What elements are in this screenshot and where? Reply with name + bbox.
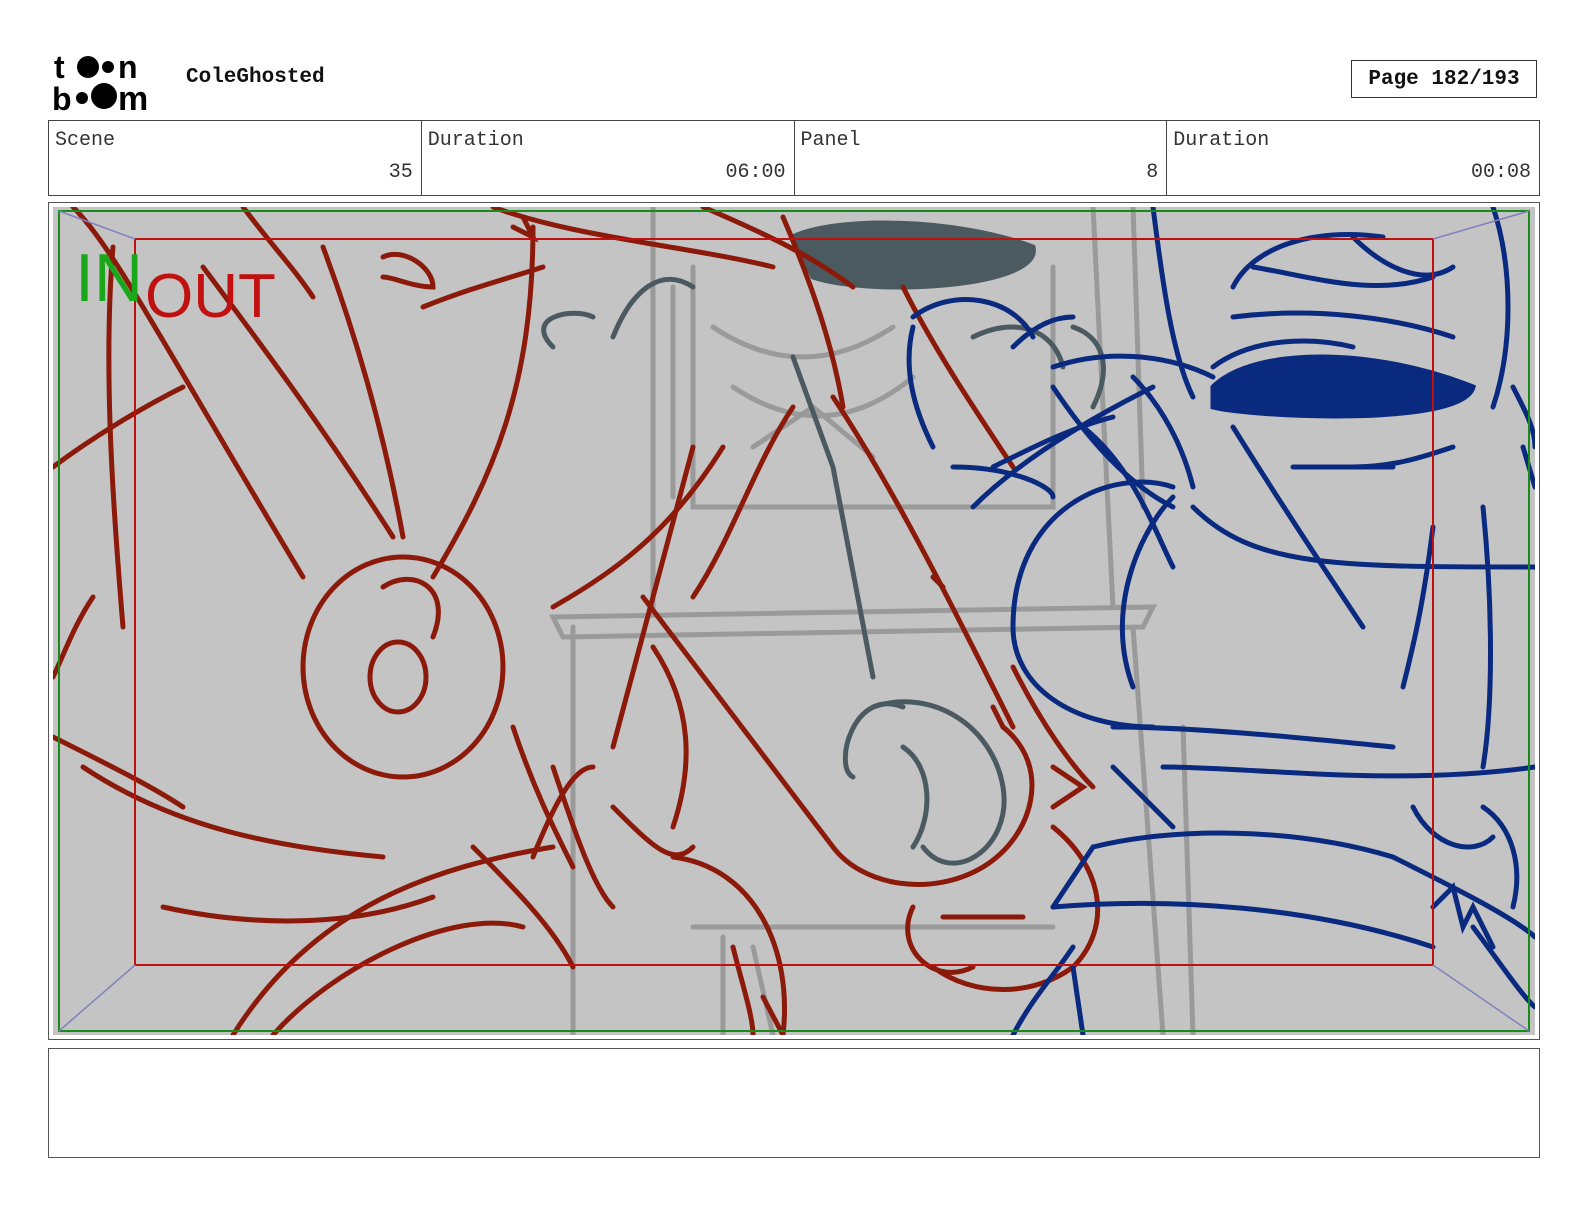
panel-duration-label: Duration <box>1173 129 1270 152</box>
project-title: ColeGhosted <box>186 66 325 89</box>
scene-label: Scene <box>55 129 116 152</box>
scene-value: 35 <box>388 161 413 184</box>
panel-label: Panel <box>800 129 861 152</box>
toon-boom-logo: t n b m <box>52 50 148 112</box>
out-label: OUT <box>145 262 276 331</box>
scene-duration-label: Duration <box>427 129 524 152</box>
scene-duration-cell: Duration 06:00 <box>422 121 795 195</box>
panel-notes-box[interactable] <box>48 1048 1540 1158</box>
scene-duration-value: 06:00 <box>725 161 786 184</box>
scene-cell: Scene 35 <box>49 121 422 195</box>
panel-duration-cell: Duration 00:08 <box>1167 121 1539 195</box>
svg-text:t: t <box>54 50 65 85</box>
storyboard-panel: IN OUT <box>48 202 1540 1040</box>
panel-cell: Panel 8 <box>795 121 1168 195</box>
page-indicator: Page 182/193 <box>1351 60 1537 98</box>
panel-duration-value: 00:08 <box>1470 161 1531 184</box>
panel-sketch: IN OUT <box>53 207 1535 1035</box>
svg-text:b: b <box>52 81 72 112</box>
in-label: IN <box>75 240 143 316</box>
svg-text:m: m <box>118 80 148 112</box>
scene-info-table: Scene 35 Duration 06:00 Panel 8 Duration… <box>48 120 1540 196</box>
panel-value: 8 <box>1146 161 1159 184</box>
